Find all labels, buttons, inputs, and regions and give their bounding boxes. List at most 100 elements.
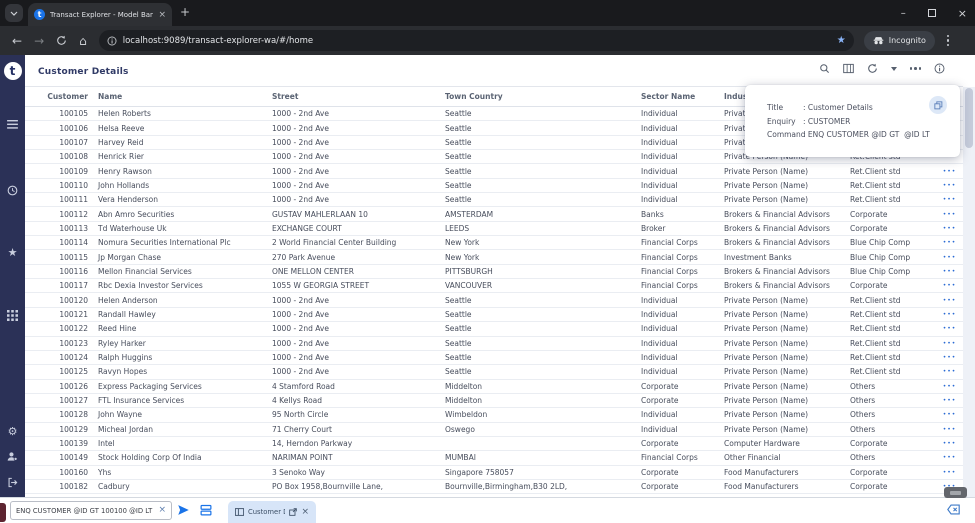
table-row[interactable]: 100182 Cadbury PO Box 1958,Bournville La… <box>25 479 963 495</box>
row-actions-icon[interactable]: ••• <box>936 397 963 404</box>
row-actions-icon[interactable]: ••• <box>936 182 963 189</box>
table-row[interactable]: 100125 Ravyn Hopes 1000 - 2nd Ave Seattl… <box>25 365 963 380</box>
table-row[interactable]: 100127 FTL Insurance Services 4 Kellys R… <box>25 393 963 409</box>
more-options-icon[interactable] <box>909 67 921 70</box>
bookmark-star-icon[interactable]: ★ <box>837 35 846 46</box>
column-header-town-country[interactable]: Town Country <box>444 92 640 101</box>
search-icon[interactable] <box>819 63 830 74</box>
table-row[interactable]: 100139 Intel 14, Herndon Parkway Corpora… <box>25 436 963 452</box>
table-row[interactable]: 100126 Express Packaging Services 4 Stam… <box>25 379 963 394</box>
table-row[interactable]: 100122 Reed Hine 1000 - 2nd Ave Seattle … <box>25 322 963 337</box>
row-actions-icon[interactable]: ••• <box>936 440 963 447</box>
forward-icon[interactable]: → <box>34 35 44 47</box>
send-command-icon[interactable] <box>177 504 190 516</box>
row-actions-icon[interactable]: ••• <box>936 368 963 375</box>
info-icon[interactable] <box>934 63 945 74</box>
cell-industry: Private Person (Name) <box>724 410 809 420</box>
result-tab-customer-details[interactable]: Customer D... × <box>228 501 316 523</box>
column-header-street[interactable]: Street <box>271 92 444 101</box>
table-row[interactable]: 100117 Rbc Dexia Investor Services 1055 … <box>25 279 963 294</box>
table-row[interactable]: 100114 Nomura Securities International P… <box>25 236 963 251</box>
table-row[interactable]: 100120 Helen Anderson 1000 - 2nd Ave Sea… <box>25 293 963 308</box>
row-actions-icon[interactable]: ••• <box>936 254 963 261</box>
table-row[interactable]: 100124 Ralph Huggins 1000 - 2nd Ave Seat… <box>25 350 963 366</box>
refresh-icon[interactable] <box>867 63 878 74</box>
row-actions-icon[interactable]: ••• <box>936 297 963 304</box>
column-header-sector-name[interactable]: Sector Name <box>640 92 723 101</box>
table-row[interactable]: 100112 Abn Amro Securities GUSTAV MAHLER… <box>25 207 963 222</box>
cell-town-country: Seattle <box>445 152 472 162</box>
row-actions-icon[interactable]: ••• <box>936 426 963 433</box>
cell-customer: 100182 <box>59 482 88 492</box>
back-icon[interactable]: ← <box>12 35 22 47</box>
column-header-name[interactable]: Name <box>90 92 271 101</box>
history-icon[interactable] <box>0 185 25 196</box>
reload-icon[interactable] <box>56 35 67 46</box>
home-icon[interactable]: ⌂ <box>79 35 87 47</box>
row-actions-icon[interactable]: ••• <box>936 454 963 461</box>
table-row[interactable]: 100121 Randall Hawley 1000 - 2nd Ave Sea… <box>25 307 963 323</box>
chevron-down-icon[interactable] <box>890 66 897 71</box>
scrollbar-thumb[interactable] <box>965 88 973 148</box>
command-text: ENQ CUSTOMER @ID GT 100100 @ID LT <box>16 506 153 515</box>
settings-gear-icon[interactable]: ⚙ <box>0 425 25 438</box>
menu-hamburger-icon[interactable] <box>0 120 25 129</box>
command-clear-icon[interactable]: × <box>158 506 166 515</box>
collapsed-widget[interactable] <box>944 487 967 498</box>
cell-sector-name: Individual <box>641 338 678 348</box>
table-row[interactable]: 100149 Stock Holding Corp Of India NARIM… <box>25 451 963 466</box>
row-actions-icon[interactable]: ••• <box>936 325 963 332</box>
row-actions-icon[interactable]: ••• <box>936 311 963 318</box>
table-row[interactable]: 100109 Henry Rawson 1000 - 2nd Ave Seatt… <box>25 164 963 179</box>
table-row[interactable]: 100128 John Wayne 95 North Circle Wimbel… <box>25 408 963 423</box>
tab-search-chevron-icon[interactable] <box>5 4 23 22</box>
cell-customer: 100111 <box>59 195 88 205</box>
browser-tab-active[interactable]: t Transact Explorer - Model Bank × <box>28 3 172 26</box>
table-row[interactable]: 100129 Micheal Jordan 71 Cherry Court Os… <box>25 422 963 437</box>
address-bar[interactable]: localhost:9089/transact-explorer-wa/#/ho… <box>98 30 854 51</box>
browser-menu-icon[interactable] <box>946 34 950 47</box>
row-actions-icon[interactable]: ••• <box>936 211 963 218</box>
cell-customer: 100126 <box>59 381 88 391</box>
new-tab-button[interactable]: + <box>180 6 190 18</box>
table-row[interactable]: 100116 Mellon Financial Services ONE MEL… <box>25 264 963 280</box>
cell-town-country: Seattle <box>445 166 472 176</box>
apps-grid-icon[interactable] <box>0 310 25 321</box>
window-maximize-icon[interactable] <box>927 9 936 17</box>
window-close-icon[interactable]: × <box>958 7 967 20</box>
table-row[interactable]: 100111 Vera Henderson 1000 - 2nd Ave Sea… <box>25 193 963 208</box>
command-input-chip[interactable]: ENQ CUSTOMER @ID GT 100100 @ID LT × <box>10 501 172 520</box>
vertical-scrollbar[interactable] <box>963 87 975 497</box>
url-text[interactable]: localhost:9089/transact-explorer-wa/#/ho… <box>123 36 831 46</box>
logout-icon[interactable] <box>0 477 25 488</box>
open-in-new-icon[interactable] <box>289 508 298 516</box>
row-actions-icon[interactable]: ••• <box>936 383 963 390</box>
row-actions-icon[interactable]: ••• <box>936 168 963 175</box>
row-actions-icon[interactable]: ••• <box>936 282 963 289</box>
user-admin-icon[interactable] <box>0 451 25 462</box>
row-actions-icon[interactable]: ••• <box>936 411 963 418</box>
column-header-customer[interactable]: Customer <box>25 92 90 101</box>
window-minimize-icon[interactable]: – <box>901 8 906 19</box>
row-actions-icon[interactable]: ••• <box>936 196 963 203</box>
table-row[interactable]: 100113 Td Waterhouse Uk EXCHANGE COURT L… <box>25 221 963 237</box>
table-row[interactable]: 100123 Ryley Harker 1000 - 2nd Ave Seatt… <box>25 336 963 351</box>
table-row[interactable]: 100160 Yhs 3 Senoko Way Singapore 758057… <box>25 465 963 480</box>
site-info-icon[interactable] <box>107 36 117 46</box>
cell-town-country: Seattle <box>445 309 472 319</box>
copy-icon[interactable] <box>929 96 947 114</box>
row-actions-icon[interactable]: ••• <box>936 469 963 476</box>
table-row[interactable]: 100110 John Hollands 1000 - 2nd Ave Seat… <box>25 178 963 194</box>
row-actions-icon[interactable]: ••• <box>936 225 963 232</box>
dock-panel-icon[interactable] <box>200 504 212 516</box>
row-actions-icon[interactable]: ••• <box>936 239 963 246</box>
table-row[interactable]: 100115 Jp Morgan Chase 270 Park Avenue N… <box>25 250 963 265</box>
result-tab-close-icon[interactable]: × <box>301 507 309 517</box>
row-actions-icon[interactable]: ••• <box>936 268 963 275</box>
row-actions-icon[interactable]: ••• <box>936 340 963 347</box>
column-settings-icon[interactable] <box>842 63 854 74</box>
favorites-star-icon[interactable]: ★ <box>0 246 25 259</box>
clear-all-backspace-icon[interactable] <box>947 504 960 515</box>
row-actions-icon[interactable]: ••• <box>936 354 963 361</box>
tab-close-icon[interactable]: × <box>158 10 166 20</box>
